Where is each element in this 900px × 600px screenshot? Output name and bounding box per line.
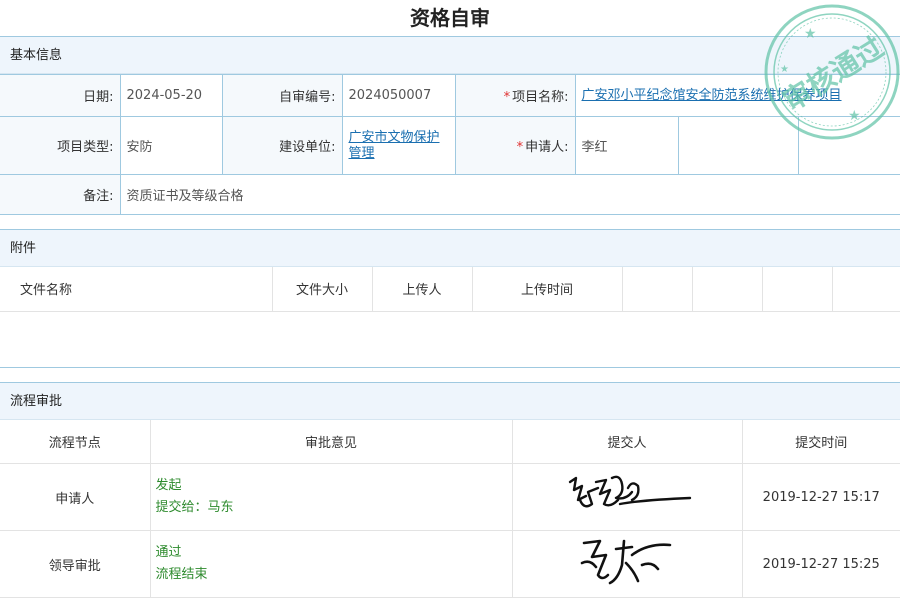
submit-time: 2019-12-27 15:17	[742, 463, 900, 531]
flow-node: 申请人	[0, 463, 151, 531]
submit-time: 2019-12-27 15:25	[742, 530, 900, 598]
flow-opinion: 发起 提交给：马东	[150, 463, 513, 531]
applicant-label: * 申请人:	[454, 116, 576, 175]
empty-column-header	[692, 267, 763, 312]
date-value: 2024-05-20	[119, 74, 223, 117]
project-name-link[interactable]: 广安邓小平纪念馆安全防范系统维护保养项目	[582, 88, 842, 103]
opinion-line: 通过	[155, 545, 182, 560]
column-header-submitter: 提交人	[512, 419, 743, 464]
column-header-file-size: 文件大小	[272, 267, 373, 312]
section-header-basic-info: 基本信息	[0, 36, 900, 74]
project-type-value: 安防	[119, 116, 223, 175]
section-header-flow: 流程审批	[0, 381, 900, 420]
project-type-label: 项目类型:	[0, 116, 121, 175]
flow-opinion: 通过 流程结束	[150, 530, 513, 598]
remark-label: 备注:	[0, 174, 121, 215]
section-header-attachments: 附件	[0, 229, 900, 267]
opinion-line: 流程结束	[155, 567, 208, 582]
empty-cell	[797, 116, 900, 175]
project-name-cell: 广安邓小平纪念馆安全防范系统维护保养项目	[574, 74, 900, 117]
empty-column-header	[762, 267, 833, 312]
page-title: 资格自审	[410, 6, 490, 30]
signature-image	[568, 475, 692, 508]
project-name-label: * 项目名称:	[454, 74, 576, 117]
builder-label: 建设单位:	[221, 116, 343, 175]
table-row: 申请人 发起 提交给：马东 2019-12-27 15:17	[0, 463, 900, 531]
required-mark: *	[503, 90, 511, 105]
column-header-uploader: 上传人	[372, 267, 473, 312]
date-label: 日期:	[0, 74, 121, 117]
required-mark: *	[516, 140, 524, 155]
signature-image	[580, 539, 672, 585]
column-header-upload-time: 上传时间	[472, 267, 623, 312]
opinion-line: 发起	[155, 478, 182, 493]
submitter-signature	[512, 463, 743, 531]
opinion-line: 提交给：马东	[155, 500, 234, 515]
flow-node: 领导审批	[0, 530, 151, 598]
table-row: 领导审批 通过 流程结束 2019-12-27 15:25	[0, 530, 900, 598]
basic-info-table: 日期: 2024-05-20 自审编号: 2024050007 * 项目名称: 广…	[0, 74, 900, 215]
flow-table: 流程节点 审批意见 提交人 提交时间 申请人 发起 提交给：马东 2019-12…	[0, 419, 900, 598]
column-header-submit-time: 提交时间	[742, 419, 900, 464]
builder-cell: 广安市文物保护管理	[341, 116, 456, 175]
empty-column-header	[832, 267, 900, 312]
empty-cell	[677, 116, 799, 175]
empty-column-header	[622, 267, 693, 312]
applicant-value: 李红	[574, 116, 679, 175]
column-header-opinion: 审批意见	[150, 419, 513, 464]
builder-link[interactable]: 广安市文物保护管理	[349, 130, 445, 162]
remark-value: 资质证书及等级合格	[119, 174, 900, 215]
attachments-table: 文件名称 文件大小 上传人 上传时间	[0, 267, 900, 312]
submitter-signature	[512, 530, 743, 598]
code-label: 自审编号:	[221, 74, 343, 117]
column-header-node: 流程节点	[0, 419, 151, 464]
code-value: 2024050007	[341, 74, 456, 117]
column-header-file-name: 文件名称	[0, 267, 273, 312]
attachments-empty-area	[0, 312, 900, 368]
